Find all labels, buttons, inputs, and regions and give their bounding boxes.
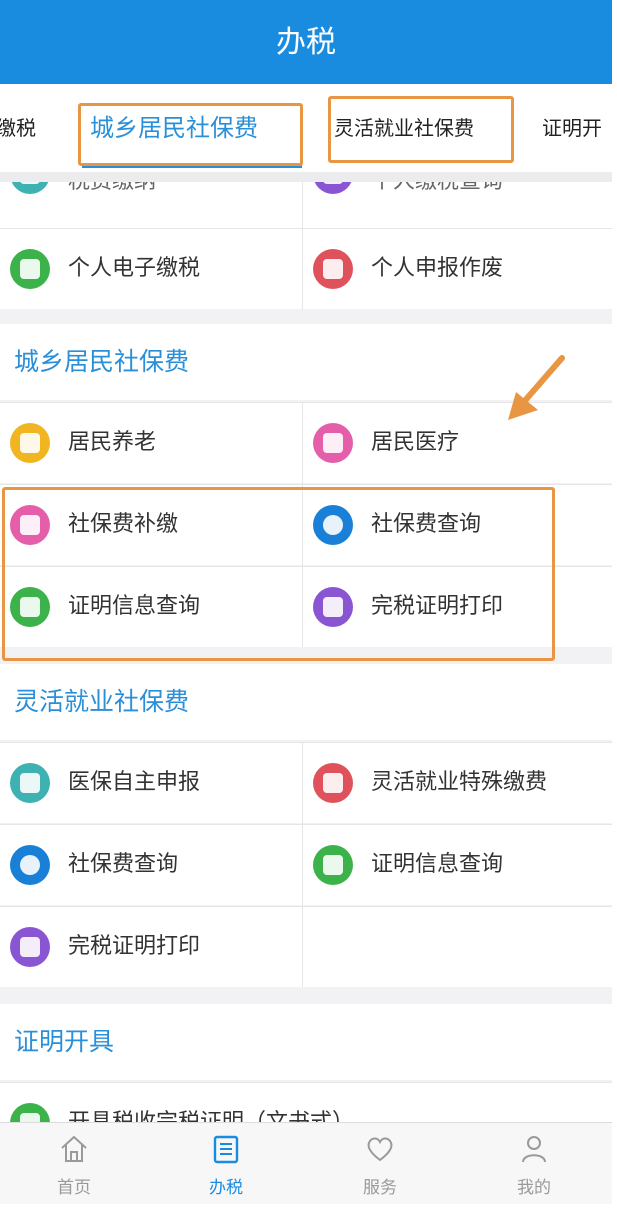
- document-void-icon: [313, 249, 353, 289]
- highlight-box-tab-resident: [78, 103, 303, 166]
- nav-mine[interactable]: 我的: [494, 1123, 574, 1205]
- divider: [302, 182, 303, 310]
- list-icon: [213, 1135, 239, 1164]
- grid-item-tax-certificate-print-2[interactable]: 完税证明打印: [0, 907, 302, 987]
- grid-item-label: 证明信息查询: [371, 852, 504, 877]
- section-header-flexible: 灵活就业社保费: [0, 664, 612, 740]
- grid-item-label: 社保费查询: [68, 852, 179, 877]
- grid-item-special-payment[interactable]: 灵活就业特殊缴费: [303, 743, 612, 823]
- nav-tax[interactable]: 办税: [186, 1123, 266, 1205]
- app-frame: 办税 缴税 城乡居民社保费 灵活就业社保费 证明开 税费缴纳 个人缴税查询 个人…: [0, 0, 612, 1220]
- grid-item-certificate-info-query-2[interactable]: 证明信息查询: [303, 825, 612, 905]
- user-icon: [522, 1136, 546, 1163]
- person-icon: [10, 249, 50, 289]
- grid-item-social-insurance-query-2[interactable]: 社保费查询: [0, 825, 302, 905]
- heart-icon: [367, 1137, 393, 1162]
- grid-item-label: 个人申报作废: [371, 256, 504, 281]
- divider: [0, 172, 612, 182]
- grid-item-issue-tax-certificate[interactable]: 开具税收完税证明（文书式）: [0, 1083, 612, 1123]
- nav-label: 我的: [517, 1178, 551, 1198]
- section-title: 灵活就业社保费: [14, 687, 190, 716]
- grid-item-label: 灵活就业特殊缴费: [371, 770, 548, 795]
- nav-label: 首页: [57, 1178, 91, 1198]
- grid-item-personal-e-tax[interactable]: 个人电子缴税: [0, 229, 302, 309]
- tab-certificates[interactable]: 证明开: [542, 84, 602, 172]
- monitor-icon: [10, 763, 50, 803]
- elder-icon: [10, 423, 50, 463]
- grid-item-medical-self-declare[interactable]: 医保自主申报: [0, 743, 302, 823]
- highlight-box-items: [2, 487, 555, 661]
- grid-item-label: 居民医疗: [371, 430, 460, 455]
- nav-home[interactable]: 首页: [34, 1123, 114, 1205]
- card-icon: [313, 763, 353, 803]
- pen-icon: [313, 845, 353, 885]
- section-title: 城乡居民社保费: [14, 347, 190, 376]
- section-title: 证明开具: [14, 1027, 115, 1056]
- tab-pay-tax[interactable]: 缴税: [0, 84, 36, 172]
- highlight-box-tab-flexible: [328, 96, 514, 163]
- grid-item-void-declaration[interactable]: 个人申报作废: [303, 229, 612, 309]
- grid-item-label: 个人电子缴税: [68, 256, 201, 281]
- grid-item-label: 居民养老: [68, 430, 157, 455]
- divider: [302, 743, 303, 987]
- page-title: 办税: [276, 25, 336, 60]
- search-circle-icon: [10, 845, 50, 885]
- certificate-icon: [10, 1103, 50, 1123]
- grid-item-label: 医保自主申报: [68, 770, 201, 795]
- grid-item-label: 开具税收完税证明（文书式）: [68, 1110, 355, 1123]
- print-icon: [10, 927, 50, 967]
- arrow-annotation-icon: [508, 355, 565, 420]
- section-header-certificates: 证明开具: [0, 1004, 612, 1080]
- nav-label: 服务: [363, 1178, 397, 1198]
- grid-item-label: 完税证明打印: [68, 934, 201, 959]
- bottom-navigation: 首页 办税 服务 我的: [0, 1122, 612, 1205]
- bottom-edge: [0, 1204, 617, 1220]
- grid-item-resident-pension[interactable]: 居民养老: [0, 403, 302, 483]
- header-bar: 办税: [0, 0, 612, 84]
- medical-icon: [313, 423, 353, 463]
- nav-service[interactable]: 服务: [340, 1123, 420, 1205]
- grid-item-empty: [303, 907, 612, 987]
- nav-label: 办税: [209, 1178, 243, 1198]
- home-icon: [61, 1135, 87, 1162]
